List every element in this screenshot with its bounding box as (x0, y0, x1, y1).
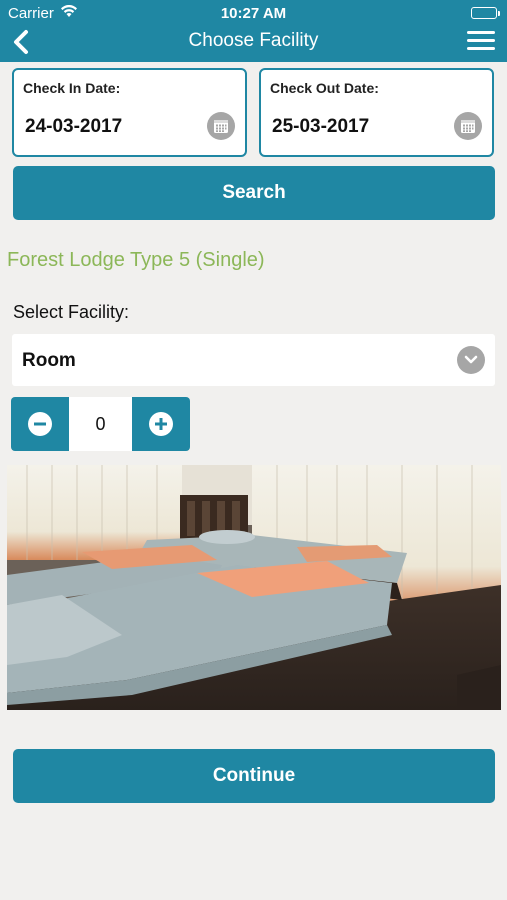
continue-button[interactable]: Continue (13, 749, 495, 803)
check-in-label: Check In Date: (23, 80, 121, 96)
check-out-label: Check Out Date: (270, 80, 379, 96)
select-facility-label: Select Facility: (13, 302, 130, 322)
page-title: Choose Facility (188, 30, 319, 51)
facility-select[interactable]: Room (12, 334, 495, 386)
check-out-date-field[interactable]: Check Out Date: 25-03-2017 (259, 68, 494, 157)
room-photo-image (7, 465, 501, 710)
check-in-date-field[interactable]: Check In Date: 24-03-2017 (12, 68, 247, 157)
check-in-value: 24-03-2017 (25, 116, 123, 137)
search-button[interactable]: Search (13, 166, 495, 220)
facility-name: Forest Lodge Type 5 (Single) (7, 249, 265, 271)
room-photo (7, 465, 501, 710)
plus-icon (149, 412, 173, 436)
battery-icon (471, 7, 500, 19)
facility-select-value: Room (22, 350, 76, 371)
nav-bar: Carrier 10:27 AM Choose Facility (0, 0, 507, 62)
chevron-down-icon (457, 346, 485, 374)
check-out-value: 25-03-2017 (272, 116, 370, 137)
calendar-icon[interactable] (207, 112, 235, 140)
increment-button[interactable] (132, 397, 190, 451)
status-bar: Carrier 10:27 AM (0, 0, 507, 26)
calendar-icon[interactable] (454, 112, 482, 140)
decrement-button[interactable] (11, 397, 69, 451)
quantity-value[interactable]: 0 (69, 397, 132, 451)
hamburger-menu-icon (467, 31, 495, 34)
menu-button[interactable] (467, 31, 495, 53)
minus-icon (28, 412, 52, 436)
clock: 10:27 AM (220, 5, 287, 22)
quantity-stepper: 0 (11, 397, 190, 451)
